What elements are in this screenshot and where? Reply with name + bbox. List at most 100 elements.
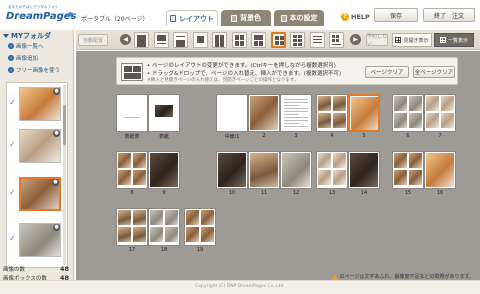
sidebar-thumbnail-item[interactable]: ✓ ● [9, 85, 65, 123]
clear-all-pages-button[interactable]: 全ページクリア [413, 66, 455, 78]
layout-full-option[interactable] [134, 32, 149, 48]
layout-text-option[interactable] [309, 32, 325, 48]
check-icon[interactable]: ✓ [9, 141, 17, 149]
help-label: HELP [351, 13, 370, 21]
page-thumbnail[interactable] [248, 94, 280, 132]
footer: Copyright (C) DNP DreamPages Co.,Ltd. [0, 280, 480, 294]
add-image-icon [8, 55, 14, 61]
next-layout-button[interactable]: ▶ [350, 34, 361, 45]
tab-book-settings[interactable]: 本の設定 [274, 10, 324, 26]
page-thumbnail[interactable] [248, 151, 280, 189]
save-button[interactable]: 保存 [374, 8, 418, 22]
page-thumbnail[interactable] [116, 151, 148, 189]
app-header: あなたのそばにデジタルフォト DreamPages ポータブル（20ページ） レ… [0, 0, 480, 30]
check-icon[interactable]: ✓ [9, 99, 17, 107]
sidebar-item-label: フリー画像を使う [16, 68, 61, 74]
image-thumbnail[interactable]: ● [19, 129, 61, 163]
sidebar-thumbnail-item[interactable]: ✓ ● [9, 221, 65, 259]
page-thumbnail[interactable] [216, 94, 248, 132]
warning-icon [331, 273, 338, 280]
bird-icon [66, 12, 75, 18]
tab-layout-label: レイアウト [179, 14, 214, 23]
page-number-label: 3 [294, 133, 298, 139]
product-name: ポータブル（20ページ） [81, 16, 149, 23]
page-thumbnail[interactable] [148, 94, 180, 132]
page-number-label: 17 [128, 247, 136, 253]
page-number-label: 11 [260, 190, 268, 196]
tab-layout[interactable]: レイアウト [166, 10, 218, 26]
finish-order-button[interactable]: 終了 注文 [423, 8, 475, 22]
layout-small-option[interactable] [192, 32, 208, 48]
clear-page-button[interactable]: ページクリア [365, 66, 409, 78]
page-thumbnail[interactable] [280, 94, 312, 132]
settings-tab-icon [280, 14, 287, 22]
page-number-label: 10 [228, 190, 236, 196]
page-thumbnail[interactable] [424, 151, 456, 189]
page-number-label: 12 [292, 190, 300, 196]
page-thumbnail[interactable] [184, 208, 216, 246]
page-thumbnail[interactable] [116, 208, 148, 246]
my-folder-sidebar: MYフォルダ 画像一覧へ 画像追加 フリー画像を使う ✓ ● ✓ ● ✓ ● ✓ ● 画像の数… [0, 30, 74, 282]
image-thumbnail[interactable]: ● [19, 177, 61, 211]
prev-layout-button[interactable]: ◀ [120, 34, 131, 45]
usage-badge-icon: ● [53, 130, 60, 137]
page-number-label: 13 [328, 190, 336, 196]
usage-badge-icon: ● [52, 179, 59, 186]
info-text-line: • ドラッグ&ドロップで、ページの入れ替え、挿入ができます。(複数選択不可) [147, 71, 342, 77]
page-thumbnail[interactable] [148, 151, 180, 189]
check-icon[interactable]: ✓ [9, 235, 17, 243]
my-folder-label: MYフォルダ [11, 32, 52, 40]
layout-three-option[interactable] [251, 32, 266, 48]
page-thumbnail[interactable] [392, 94, 424, 132]
thumbnail-scrollbar[interactable] [63, 85, 66, 265]
sidebar-thumbnail-item[interactable]: ✓ ● [9, 175, 65, 213]
sidebar-item-add-image[interactable]: 画像追加 [8, 54, 38, 62]
page-number-label: 8 [130, 190, 134, 196]
image-thumbnail[interactable]: ● [19, 223, 61, 257]
warning-text: のページは文字あふれ、解像度不足などの問題があります。 [339, 274, 474, 280]
sidebar-item-image-list[interactable]: 画像一覧へ [8, 42, 44, 50]
layout-six-option[interactable] [290, 32, 305, 48]
page-number-label: 中扉/1 [224, 134, 240, 140]
layout-top-option[interactable] [153, 32, 169, 48]
spread-view-label: 見開き表示 [403, 37, 429, 44]
layout-six-text-option[interactable] [329, 32, 344, 48]
page-thumbnail[interactable] [316, 94, 348, 132]
dreampages-logo: あなたのそばにデジタルフォト DreamPages [4, 2, 77, 28]
auto-layout-button[interactable]: 自動配置 [78, 34, 108, 46]
page-thumbnail[interactable] [316, 151, 348, 189]
list-view-button[interactable]: 一覧表示 [434, 33, 474, 47]
page-number-label: 5 [362, 133, 366, 139]
reserve-button[interactable]: 予約しない [366, 34, 388, 47]
page-thumbnail[interactable] [280, 151, 312, 189]
image-count-value: 48 [59, 265, 69, 273]
page-thumbnail[interactable] [148, 208, 180, 246]
spread-view-button[interactable]: 見開き表示 [392, 33, 432, 47]
page-number-label: 表紙 [158, 134, 169, 140]
page-number-label: 16 [436, 190, 444, 196]
layout-bottom-option[interactable] [173, 32, 188, 48]
background-tab-icon [231, 14, 237, 22]
tab-background-color[interactable]: 背景色 [221, 10, 271, 26]
layout-grid-selected-option[interactable] [270, 32, 286, 48]
image-thumbnail[interactable]: ● [19, 87, 61, 121]
check-icon[interactable]: ✓ [9, 189, 17, 197]
page-thumbnail[interactable] [348, 94, 380, 132]
sidebar-thumbnail-item[interactable]: ✓ ● [9, 127, 65, 165]
page-number-label: 19 [196, 247, 204, 253]
page-thumbnail[interactable] [348, 151, 380, 189]
page-thumbnail[interactable] [392, 151, 424, 189]
my-folder-title[interactable]: MYフォルダ [3, 31, 51, 41]
layout-two-option[interactable] [212, 32, 227, 48]
page-number-label: 表紙表 [124, 134, 140, 140]
page-thumbnail[interactable] [116, 94, 148, 132]
page-thumbnail[interactable] [424, 94, 456, 132]
scrollbar-thumb[interactable] [63, 105, 66, 145]
sidebar-item-free-images[interactable]: フリー画像を使う [8, 66, 60, 74]
copyright-text: Copyright (C) DNP DreamPages Co.,Ltd. [195, 284, 285, 289]
page-thumbnail[interactable] [216, 151, 248, 189]
help-link[interactable]: ? HELP [341, 13, 370, 21]
layout-four-option[interactable] [231, 32, 247, 48]
warning-note: のページは文字あふれ、解像度不足などの問題があります。 [331, 273, 474, 280]
tab-background-label: 背景色 [240, 14, 261, 22]
